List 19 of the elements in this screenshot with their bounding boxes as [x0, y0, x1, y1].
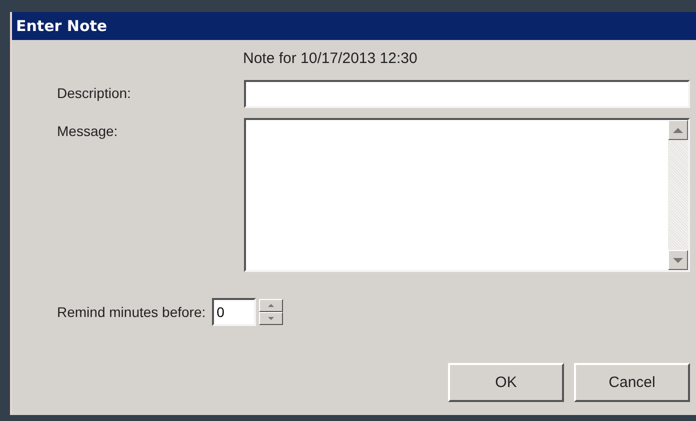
cancel-button[interactable]: Cancel [574, 363, 690, 402]
ok-button[interactable]: OK [448, 363, 564, 402]
message-field[interactable] [244, 118, 690, 272]
field-label: Description: [56, 84, 132, 101]
scrollbar[interactable] [668, 120, 688, 270]
triangle-down-icon [268, 317, 274, 320]
note-heading: Note for 10/17/2013 12:30 [243, 50, 418, 69]
window-title: Enter Note [12, 12, 696, 40]
description-field[interactable] [244, 80, 690, 108]
triangle-up-icon [268, 304, 274, 307]
minutes-field[interactable]: 0 [212, 298, 256, 326]
triangle-up-icon [673, 128, 683, 132]
field-label: Remind minutes before: [56, 304, 206, 320]
field-label: Message: [56, 122, 119, 139]
spin-up-button[interactable] [258, 299, 283, 312]
triangle-down-icon [673, 258, 683, 262]
spin-down-button[interactable] [258, 312, 283, 325]
scroll-up-button[interactable] [668, 120, 688, 140]
scroll-down-button[interactable] [668, 250, 688, 270]
